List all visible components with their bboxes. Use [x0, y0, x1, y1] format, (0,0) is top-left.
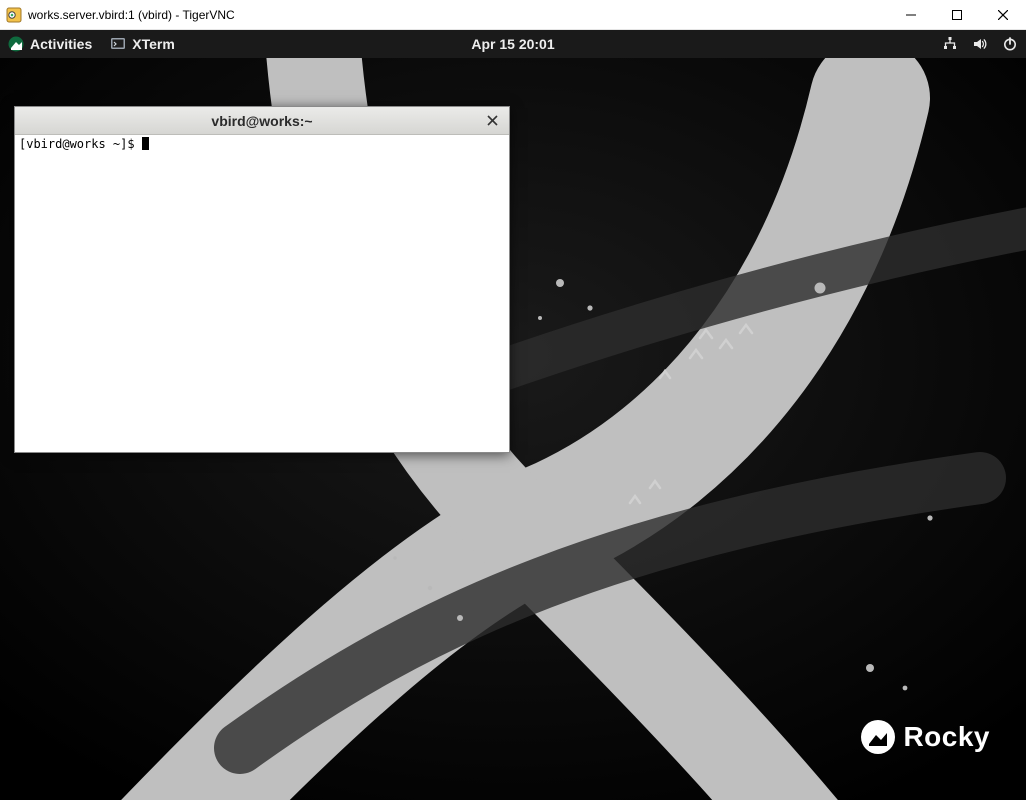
gnome-system-status[interactable]: [942, 36, 1018, 52]
tigervnc-app-icon: [6, 7, 22, 23]
network-icon: [942, 36, 958, 52]
terminal-icon: [110, 36, 126, 52]
xterm-close-button[interactable]: [483, 112, 501, 130]
xterm-titlebar[interactable]: vbird@works:~: [15, 107, 509, 135]
app-menu-label: XTerm: [132, 36, 175, 52]
maximize-button[interactable]: [934, 0, 980, 30]
gnome-app-menu[interactable]: XTerm: [110, 36, 175, 52]
volume-icon: [972, 36, 988, 52]
xterm-window[interactable]: vbird@works:~ [vbird@works ~]$: [14, 106, 510, 453]
activities-label: Activities: [30, 36, 92, 52]
gnome-top-bar: Activities XTerm Apr 15 20:01: [0, 30, 1026, 58]
terminal-cursor: [142, 137, 149, 150]
rocky-brand-text: Rocky: [903, 721, 990, 753]
os-window-title: works.server.vbird:1 (vbird) - TigerVNC: [28, 8, 235, 22]
rocky-distro-icon: [8, 36, 24, 52]
minimize-button[interactable]: [888, 0, 934, 30]
gnome-clock[interactable]: Apr 15 20:01: [471, 30, 554, 58]
desktop-background[interactable]: Rocky vbird@works:~ [vbird@works ~]$: [0, 58, 1026, 800]
xterm-terminal-area[interactable]: [vbird@works ~]$: [15, 135, 509, 452]
rocky-logo-icon: [861, 720, 895, 754]
gnome-activities-button[interactable]: Activities: [8, 36, 92, 52]
clock-text: Apr 15 20:01: [471, 36, 554, 52]
close-button[interactable]: [980, 0, 1026, 30]
power-icon: [1002, 36, 1018, 52]
xterm-title-text: vbird@works:~: [211, 113, 312, 129]
rocky-brand: Rocky: [861, 720, 990, 754]
os-window-titlebar: works.server.vbird:1 (vbird) - TigerVNC: [0, 0, 1026, 30]
shell-prompt: [vbird@works ~]$: [19, 137, 142, 151]
vnc-remote-desktop: Activities XTerm Apr 15 20:01: [0, 30, 1026, 800]
